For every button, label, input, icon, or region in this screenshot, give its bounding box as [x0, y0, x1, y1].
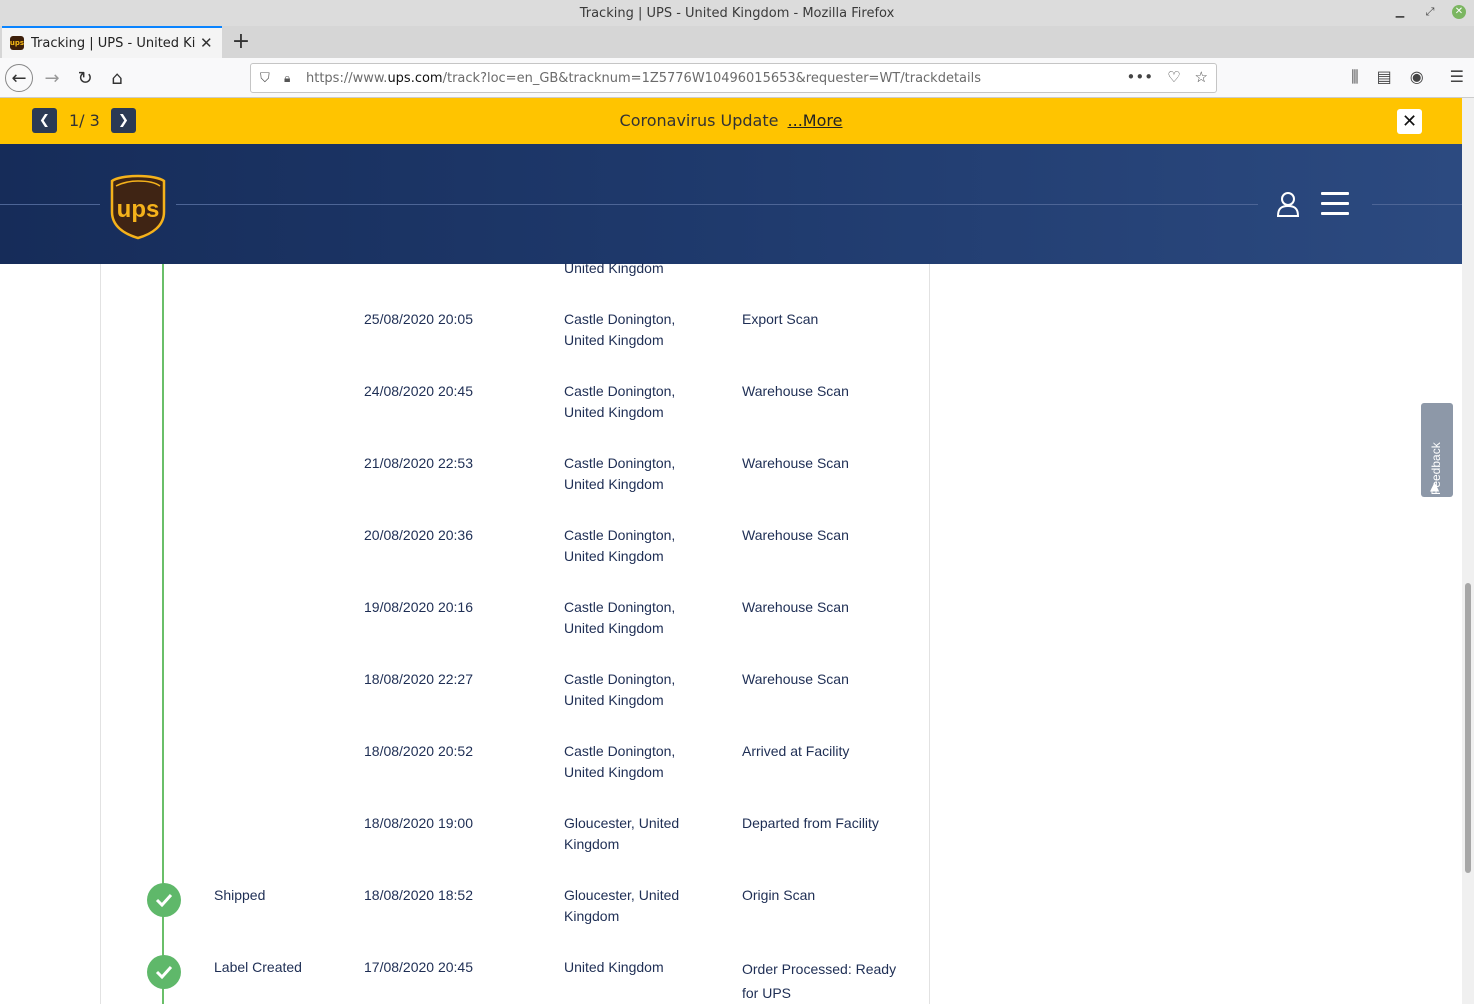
feedback-arrow-icon: ▲	[1430, 479, 1440, 493]
page-actions-icon[interactable]: •••	[1127, 68, 1154, 86]
window-titlebar: Tracking | UPS - United Kingdom - Mozill…	[0, 0, 1474, 26]
row-date: 18/08/2020 22:27	[364, 671, 473, 687]
row-activity: Origin Scan	[742, 887, 816, 903]
bookmark-star-icon[interactable]: ☆	[1195, 68, 1208, 86]
row-date: 17/08/2020 20:45	[364, 959, 473, 975]
tab-ups-tracking[interactable]: ups Tracking | UPS - United Kingdom ✕	[2, 26, 222, 58]
row-activity: Departed from Facility	[742, 815, 879, 831]
feedback-tab[interactable]: Feedback ▲	[1421, 403, 1453, 497]
row-date: 19/08/2020 20:16	[364, 599, 473, 615]
row-date: 21/08/2020 22:53	[364, 455, 473, 471]
shipped-check-icon	[147, 883, 181, 917]
banner-close-button[interactable]: ✕	[1397, 109, 1422, 134]
back-arrow-icon[interactable]: ←	[5, 64, 33, 92]
row-activity: Export Scan	[742, 311, 819, 327]
user-account-icon[interactable]	[1276, 191, 1300, 217]
row-activity: Warehouse Scan	[742, 455, 849, 471]
maximize-icon[interactable]: ⤢	[1422, 4, 1438, 20]
header-rule-center	[176, 204, 1258, 205]
url-bar[interactable]: ⛉ 🔒︎ https://www.ups.com/track?loc=en_GB…	[250, 63, 1217, 93]
row-activity: Order Processed: Ready for UPS	[742, 961, 897, 1001]
row-location: Castle Donington, United Kingdom	[564, 599, 676, 636]
page-scrollbar[interactable]	[1462, 98, 1474, 1004]
row-location: Castle Donington, United Kingdom	[564, 383, 676, 420]
row-activity: Warehouse Scan	[742, 599, 849, 615]
scrollbar-thumb[interactable]	[1465, 583, 1471, 873]
app-menu-icon[interactable]: ☰	[1450, 67, 1464, 87]
row-activity: Warehouse Scan	[742, 671, 849, 687]
ups-logo[interactable]: ups	[110, 174, 166, 240]
tracking-shield-icon[interactable]: ⛉	[260, 71, 274, 86]
row-status: Label Created	[214, 959, 302, 975]
label-created-check-icon	[147, 955, 181, 989]
row-date: 24/08/2020 20:45	[364, 383, 473, 399]
pocket-icon[interactable]: ♡	[1167, 68, 1180, 86]
library-icon[interactable]: ⫼	[1351, 67, 1358, 87]
header-rule-left	[0, 204, 100, 205]
toolbar-right: ⫼ ▤ ◉ ☰	[1351, 67, 1464, 87]
page-viewport: ❮ 1/ 3 ❯ Coronavirus Update ...More ✕ up…	[0, 98, 1462, 1004]
header-rule-right	[1372, 204, 1462, 205]
row-location: Castle Donington, United Kingdom	[564, 311, 676, 348]
account-icon[interactable]: ◉	[1410, 67, 1424, 87]
lock-icon[interactable]: 🔒︎	[284, 71, 298, 86]
row-location: United Kingdom	[564, 260, 664, 276]
row-date: 18/08/2020 20:52	[364, 743, 473, 759]
home-icon[interactable]: ⌂	[103, 64, 131, 92]
row-location: Castle Donington, United Kingdom	[564, 671, 676, 708]
row-activity: Warehouse Scan	[742, 527, 849, 543]
tab-strip: ups Tracking | UPS - United Kingdom ✕ +	[0, 26, 1474, 58]
url-text[interactable]: https://www.ups.com/track?loc=en_GB&trac…	[306, 71, 981, 86]
row-location: Castle Donington, United Kingdom	[564, 743, 676, 780]
url-actions: ••• ♡ ☆	[1127, 68, 1208, 86]
banner-title: Coronavirus Update	[619, 111, 779, 130]
row-location: Gloucester, United Kingdom	[564, 887, 680, 924]
row-date: 20/08/2020 20:36	[364, 527, 473, 543]
navigation-toolbar: ← → ↻ ⌂ ⛉ 🔒︎ https://www.ups.com/track?l…	[0, 58, 1474, 98]
banner-message: Coronavirus Update ...More	[0, 111, 1462, 130]
window-title: Tracking | UPS - United Kingdom - Mozill…	[579, 5, 895, 21]
sidebar-icon[interactable]: ▤	[1377, 67, 1392, 87]
row-date: 18/08/2020 18:52	[364, 887, 473, 903]
svg-text:ups: ups	[117, 196, 160, 223]
forward-arrow-icon[interactable]: →	[38, 64, 66, 92]
row-location: Castle Donington, United Kingdom	[564, 455, 676, 492]
row-location: United Kingdom	[564, 959, 664, 975]
new-tab-icon[interactable]: +	[230, 29, 252, 54]
row-activity: Arrived at Facility	[742, 743, 850, 759]
row-activity: Warehouse Scan	[742, 383, 849, 399]
row-location: Castle Donington, United Kingdom	[564, 527, 676, 564]
banner-more-link[interactable]: ...More	[788, 111, 843, 130]
row-status: Shipped	[214, 887, 266, 903]
close-window-icon[interactable]: ✕	[1452, 5, 1466, 19]
reload-icon[interactable]: ↻	[71, 64, 99, 92]
hamburger-menu-icon[interactable]	[1321, 192, 1349, 216]
ups-favicon-icon: ups	[10, 36, 24, 50]
row-date: 18/08/2020 19:00	[364, 815, 473, 831]
tab-close-icon[interactable]: ✕	[200, 34, 213, 52]
minimize-icon[interactable]: ▁	[1392, 4, 1408, 20]
tab-title: Tracking | UPS - United Kingdom	[31, 35, 196, 51]
row-date: 25/08/2020 20:05	[364, 311, 473, 327]
coronavirus-banner: ❮ 1/ 3 ❯ Coronavirus Update ...More ✕	[0, 98, 1462, 144]
window-controls: ▁ ⤢ ✕	[1392, 4, 1466, 20]
ups-header: ups	[0, 144, 1462, 264]
row-location: Gloucester, United Kingdom	[564, 815, 680, 852]
